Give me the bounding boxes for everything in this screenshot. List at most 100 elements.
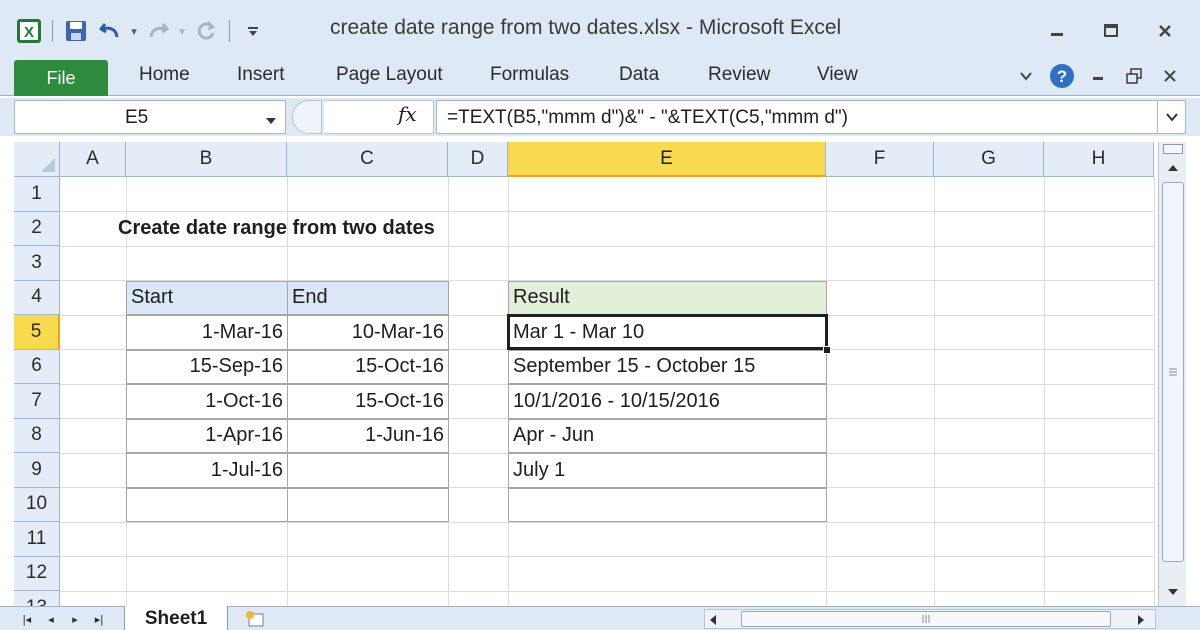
customize-dropdown-icon[interactable] (236, 14, 270, 48)
name-box-dropdown-icon[interactable] (265, 113, 277, 131)
scroll-left-icon[interactable] (709, 613, 717, 630)
row-header-10[interactable]: 10 (14, 487, 60, 522)
scroll-down-icon[interactable] (1159, 582, 1187, 602)
row-header-8[interactable]: 8 (14, 418, 60, 453)
vertical-scroll-thumb[interactable] (1162, 182, 1184, 562)
cell-start[interactable]: 1-Apr-16 (126, 418, 288, 453)
sheet-tab-sheet1[interactable]: Sheet1 (124, 606, 228, 630)
column-header-a[interactable]: A (60, 142, 126, 177)
insert-worksheet-icon[interactable] (238, 607, 272, 630)
help-icon[interactable]: ? (1044, 60, 1080, 92)
tab-page-layout[interactable]: Page Layout (336, 64, 443, 86)
column-header-b[interactable]: B (126, 142, 287, 177)
gridline (1044, 177, 1045, 606)
cell-start[interactable]: 1-Mar-16 (126, 315, 288, 350)
redo-dropdown-icon[interactable]: ▾ (175, 25, 189, 38)
result-cell[interactable]: September 15 - October 15 (508, 349, 827, 384)
result-cell[interactable]: July 1 (508, 453, 827, 488)
minimize-ribbon-icon[interactable] (1008, 60, 1044, 92)
cell-end[interactable]: 15-Oct-16 (287, 384, 449, 419)
formula-bar-resize-handle[interactable] (292, 100, 322, 134)
table-header-end[interactable]: End (287, 280, 449, 315)
cell-start[interactable] (126, 487, 288, 522)
insert-function-icon[interactable]: fx (398, 102, 417, 126)
next-sheet-icon[interactable]: ▸ (64, 607, 86, 630)
tab-formulas[interactable]: Formulas (490, 64, 569, 86)
name-box[interactable]: E5 (14, 100, 286, 134)
svg-text:X: X (24, 24, 34, 41)
svg-text:?: ? (1057, 67, 1067, 86)
redo-icon[interactable] (141, 14, 175, 48)
row-header-1[interactable]: 1 (14, 177, 60, 212)
result-cell[interactable] (508, 487, 827, 522)
column-header-d[interactable]: D (448, 142, 508, 177)
formula-input[interactable]: =TEXT(B5,"mmm d")&" - "&TEXT(C5,"mmm d") (436, 100, 1158, 134)
workbook-restore-icon[interactable] (1116, 60, 1152, 92)
row-header-11[interactable]: 11 (14, 522, 60, 557)
undo-dropdown-icon[interactable]: ▾ (127, 25, 141, 38)
row-header-2[interactable]: 2 (14, 211, 60, 246)
row-header-12[interactable]: 12 (14, 556, 60, 591)
result-cell[interactable]: 10/1/2016 - 10/15/2016 (508, 384, 827, 419)
vertical-scrollbar[interactable] (1158, 142, 1186, 606)
excel-logo-icon[interactable]: X (12, 14, 46, 48)
previous-sheet-icon[interactable]: ◂ (40, 607, 62, 630)
name-box-value: E5 (125, 107, 149, 128)
column-header-c[interactable]: C (287, 142, 448, 177)
cell-end[interactable] (287, 453, 449, 488)
workbook-close-icon[interactable] (1152, 60, 1188, 92)
result-header[interactable]: Result (508, 280, 827, 315)
file-tab[interactable]: File (14, 60, 108, 96)
gridline (60, 590, 1154, 592)
result-cell[interactable]: Mar 1 - Mar 10 (508, 315, 827, 350)
row-header-5[interactable]: 5 (14, 315, 60, 350)
quick-access-toolbar: X ▾ ▾ (12, 14, 270, 48)
save-icon[interactable] (59, 14, 93, 48)
row-header-9[interactable]: 9 (14, 453, 60, 488)
column-header-h[interactable]: H (1044, 142, 1154, 177)
row-header-3[interactable]: 3 (14, 246, 60, 281)
cell-start[interactable]: 1-Jul-16 (126, 453, 288, 488)
column-header-e[interactable]: E (508, 142, 826, 177)
select-all-button[interactable] (14, 142, 60, 177)
result-cell[interactable]: Apr - Jun (508, 418, 827, 453)
cell-end[interactable]: 15-Oct-16 (287, 349, 449, 384)
expand-formula-bar-icon[interactable] (1158, 100, 1186, 134)
minimize-icon[interactable] (1030, 14, 1084, 48)
column-header-g[interactable]: G (934, 142, 1044, 177)
close-icon[interactable] (1138, 14, 1192, 48)
scroll-right-icon[interactable] (1137, 613, 1145, 630)
worksheet-grid[interactable]: A B C D E F G H 1 2 3 4 5 6 7 8 9 10 11 … (14, 142, 1158, 606)
title-bar: X ▾ ▾ create date range from two dates.x… (0, 0, 1200, 56)
row-header-4[interactable]: 4 (14, 280, 60, 315)
cell-end[interactable]: 10-Mar-16 (287, 315, 449, 350)
cell-start[interactable]: 15-Sep-16 (126, 349, 288, 384)
table-header-start[interactable]: Start (126, 280, 288, 315)
refresh-icon[interactable] (189, 14, 223, 48)
horizontal-scroll-thumb[interactable] (741, 611, 1111, 627)
row-header-13[interactable]: 13 (14, 591, 60, 606)
tab-view[interactable]: View (817, 64, 858, 86)
cell-end[interactable]: 1-Jun-16 (287, 418, 449, 453)
sheet-title[interactable]: Create date range from two dates (114, 212, 614, 247)
row-header-7[interactable]: 7 (14, 384, 60, 419)
row-header-6[interactable]: 6 (14, 349, 60, 384)
tab-home[interactable]: Home (139, 64, 190, 86)
scroll-up-icon[interactable] (1159, 158, 1187, 178)
fx-area (324, 100, 434, 134)
restore-icon[interactable] (1084, 14, 1138, 48)
column-header-f[interactable]: F (826, 142, 934, 177)
fill-handle[interactable] (823, 346, 831, 354)
undo-icon[interactable] (93, 14, 127, 48)
split-box[interactable] (1163, 144, 1183, 154)
workbook-minimize-icon[interactable] (1080, 60, 1116, 92)
horizontal-scrollbar[interactable] (704, 609, 1156, 629)
tab-review[interactable]: Review (708, 64, 770, 86)
cell-end[interactable] (287, 487, 449, 522)
window-controls (1030, 14, 1192, 48)
tab-data[interactable]: Data (619, 64, 659, 86)
first-sheet-icon[interactable]: |◂ (16, 607, 38, 630)
cell-start[interactable]: 1-Oct-16 (126, 384, 288, 419)
last-sheet-icon[interactable]: ▸| (88, 607, 110, 630)
tab-insert[interactable]: Insert (237, 64, 285, 86)
